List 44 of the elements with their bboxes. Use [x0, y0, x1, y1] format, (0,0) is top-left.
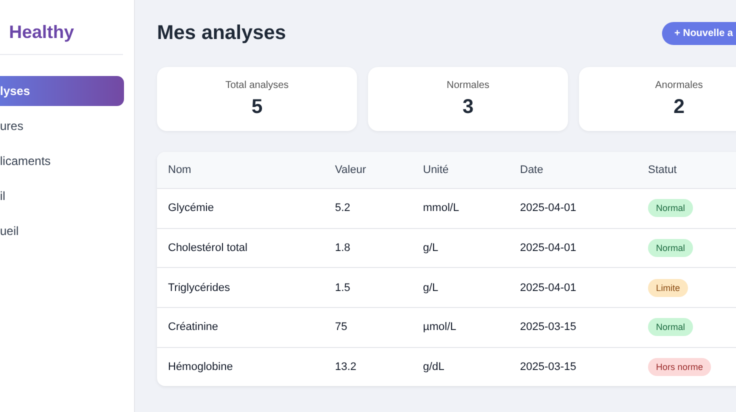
status-badge: Limite — [648, 278, 688, 297]
brand-name: Healthy — [9, 22, 74, 43]
status-badge: Normal — [648, 318, 694, 336]
table-cell-text: 2025-04-01 — [520, 202, 578, 214]
stat-value: 2 — [673, 96, 685, 118]
stat-value: 5 — [251, 96, 263, 118]
status-badge: Normal — [648, 199, 694, 218]
page-title: Mes analyses — [157, 22, 286, 45]
sidebar-item[interactable]: il — [0, 181, 124, 211]
table-cell-text: g/L — [423, 242, 440, 254]
table-cell-text: g/dL — [423, 361, 446, 374]
column-header: Unité — [423, 164, 450, 176]
status-badge: Hors norme — [648, 358, 712, 376]
table-cell-text: Créatinine — [168, 321, 220, 334]
table-cell-text: 2025-04-01 — [520, 282, 578, 294]
table-cell-text: Triglycérides — [168, 282, 231, 294]
table-cell-text: 13.2 — [335, 361, 358, 374]
table-cell-text: 75 — [335, 321, 348, 334]
column-header: Valeur — [335, 164, 367, 176]
column-header: Date — [520, 164, 544, 176]
sidebar-item[interactable]: lyses — [0, 76, 124, 106]
table-cell-text: 5.2 — [335, 202, 352, 214]
stat-label: Normales — [446, 80, 490, 90]
column-header: Nom — [168, 164, 192, 176]
stat-value: 3 — [462, 96, 474, 118]
stat-label: Total analyses — [225, 80, 289, 90]
table-cell-text: mmol/L — [423, 202, 460, 214]
table-cell-text: 2025-03-15 — [520, 361, 578, 374]
table-cell-text: g/L — [423, 282, 440, 294]
table-cell-text: Glycémie — [168, 202, 215, 214]
table-cell-text: µmol/L — [423, 321, 458, 334]
table-cell-text: 2025-03-15 — [520, 321, 578, 334]
sidebar-item[interactable]: ures — [0, 111, 124, 141]
sidebar-item[interactable]: licaments — [0, 146, 124, 176]
table-cell-text: 1.8 — [335, 242, 352, 254]
status-badge: Normal — [648, 239, 694, 258]
table-cell-text: Cholestérol total — [168, 242, 248, 254]
column-header: Statut — [648, 164, 678, 176]
table-cell-text: 1.5 — [335, 282, 352, 294]
sidebar-item[interactable]: ueil — [0, 216, 124, 246]
table-cell-text: 2025-04-01 — [520, 242, 578, 254]
new-analysis-button[interactable]: + Nouvelle a — [662, 22, 736, 45]
stat-label: Anormales — [655, 80, 703, 90]
table-cell-text: Hémoglobine — [168, 361, 234, 374]
